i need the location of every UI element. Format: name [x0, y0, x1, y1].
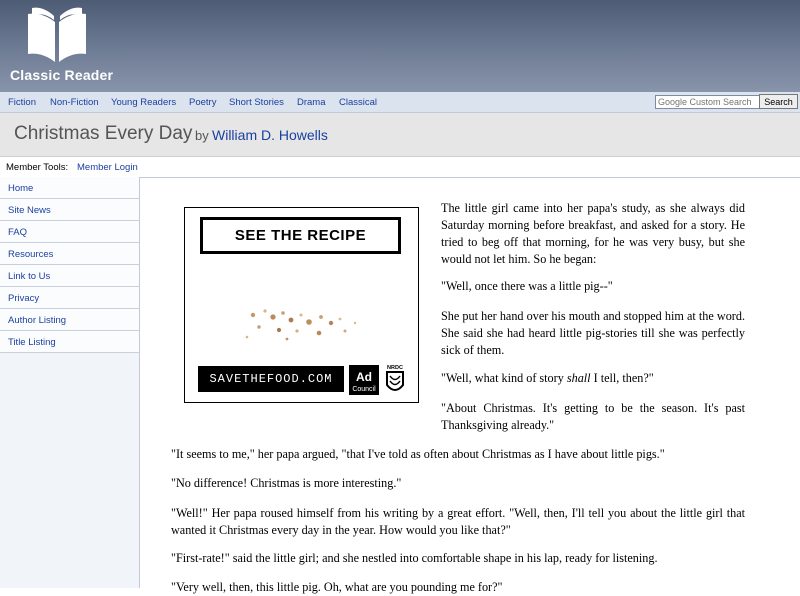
nrdc-logo-icon: NRDC — [386, 365, 404, 391]
ad-url-label[interactable]: SAVETHEFOOD.COM — [198, 366, 344, 392]
search-input[interactable] — [655, 95, 761, 109]
book-title-bar: Christmas Every Day by William D. Howell… — [0, 113, 800, 157]
sidebar-item-label: Author Listing — [8, 315, 67, 326]
sidebar: Home Site News FAQ Resources Link to Us … — [0, 177, 140, 588]
story-paragraph: The little girl came into her papa's stu… — [441, 201, 745, 266]
member-tools-label: Member Tools: — [6, 162, 69, 173]
story-paragraph: "No difference! Christmas is more intere… — [171, 476, 402, 490]
story-emphasis: shall — [566, 371, 591, 385]
author-link[interactable]: William D. Howells — [212, 127, 328, 143]
sidebar-item-author-listing[interactable]: Author Listing — [0, 309, 139, 331]
page-title: Christmas Every Day — [14, 123, 193, 144]
story-paragraph: She put her hand over his mouth and stop… — [441, 309, 745, 357]
sidebar-item-privacy[interactable]: Privacy — [0, 287, 139, 309]
story-text: I tell, then?" — [590, 371, 654, 385]
story-paragraph: "Well, once there was a little pig--" — [441, 279, 613, 293]
sidebar-item-label: FAQ — [8, 227, 28, 238]
site-logo-text[interactable]: Classic Reader — [10, 67, 113, 83]
by-label: by — [195, 128, 209, 143]
story-paragraph: "Well!" Her papa roused himself from his… — [171, 506, 745, 537]
sidebar-item-label: Link to Us — [8, 271, 51, 282]
sidebar-item-site-news[interactable]: Site News — [0, 199, 139, 221]
sidebar-item-link-to-us[interactable]: Link to Us — [0, 265, 139, 287]
sidebar-item-label: Home — [8, 183, 34, 194]
member-tools-bar: Member Tools: Member Login — [0, 157, 800, 178]
sidebar-item-label: Privacy — [8, 293, 40, 304]
nav-link-drama[interactable]: Drama — [297, 97, 326, 108]
sidebar-item-label: Title Listing — [8, 337, 56, 348]
sidebar-item-resources[interactable]: Resources — [0, 243, 139, 265]
nav-link-classical[interactable]: Classical — [339, 97, 377, 108]
nav-link-short-stories[interactable]: Short Stories — [229, 97, 284, 108]
ad-council-top-text: Ad — [356, 370, 372, 384]
story-paragraph: "It seems to me," her papa argued, "that… — [171, 447, 665, 461]
nav-link-young-readers[interactable]: Young Readers — [111, 97, 176, 108]
ad-council-logo-icon: Ad Council — [349, 365, 379, 395]
nrdc-text: NRDC — [387, 365, 403, 371]
ad-headline[interactable]: SEE THE RECIPE — [200, 217, 401, 254]
sidebar-item-faq[interactable]: FAQ — [0, 221, 139, 243]
food-crumbs-image — [245, 309, 357, 341]
story-paragraph: "First-rate!" said the little girl; and … — [171, 551, 658, 565]
advertisement-banner[interactable]: SEE THE RECIPE SAVETHEFOOD.COM Ad Counci… — [184, 207, 419, 403]
story-paragraph: "Well, what kind of story shall I tell, … — [441, 370, 745, 387]
ad-council-bottom-text: Council — [352, 386, 376, 393]
nav-link-non-fiction[interactable]: Non-Fiction — [50, 97, 99, 108]
story-paragraph: "About Christmas. It's getting to be the… — [441, 401, 745, 432]
nav-link-poetry[interactable]: Poetry — [189, 97, 216, 108]
member-login-link[interactable]: Member Login — [77, 162, 138, 173]
sidebar-item-label: Resources — [8, 249, 54, 260]
sidebar-item-label: Site News — [8, 205, 51, 216]
nav-link-fiction[interactable]: Fiction — [8, 97, 36, 108]
sidebar-item-home[interactable]: Home — [0, 177, 139, 199]
sidebar-item-title-listing[interactable]: Title Listing — [0, 331, 139, 353]
open-book-logo-icon[interactable] — [26, 4, 88, 64]
site-header: Classic Reader — [0, 0, 800, 92]
story-text: "Well, what kind of story — [441, 371, 567, 385]
search-button[interactable]: Search — [759, 94, 798, 109]
